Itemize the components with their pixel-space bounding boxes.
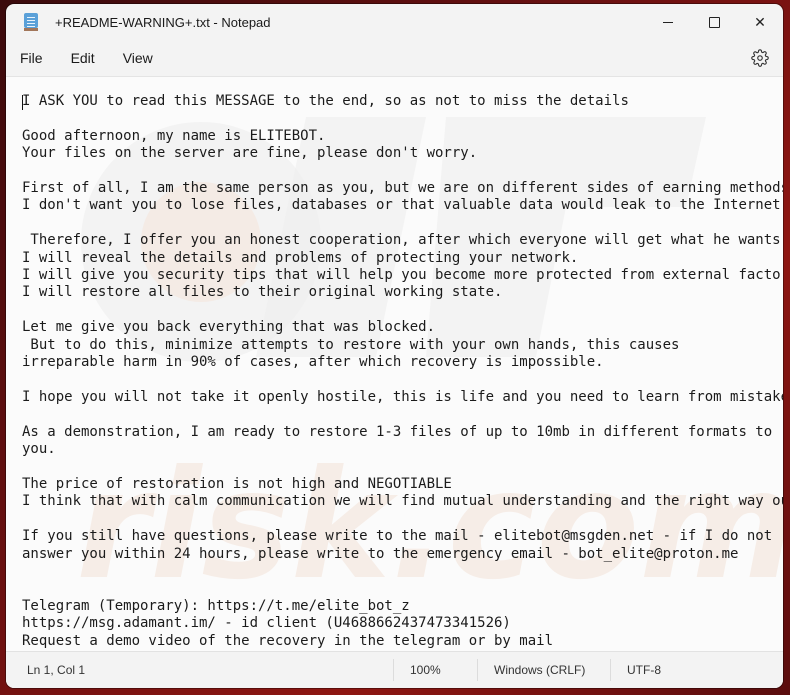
text-line: answer you within 24 hours, please write… [22,545,739,562]
close-button[interactable]: ✕ [737,4,783,40]
menu-view[interactable]: View [109,44,167,72]
text-line: Therefore, I offer you an honest coopera… [22,232,783,249]
text-line: I ASK YOU to read this MESSAGE to the en… [22,93,629,109]
text-line: I will restore all files to their origin… [22,284,503,301]
maximize-button[interactable] [691,4,737,40]
text-line: I don't want you to lose files, database… [22,197,783,214]
text-line: Telegram (Temporary): https://t.me/elite… [22,597,410,614]
close-icon: ✕ [754,13,766,30]
window-controls: ✕ [645,4,783,40]
maximize-icon [708,16,720,28]
status-bar: Ln 1, Col 1 100% Windows (CRLF) UTF-8 [6,651,783,688]
menu-edit[interactable]: Edit [57,44,109,72]
notepad-icon [24,13,38,31]
notepad-window: +README-WARNING+.txt - Notepad ✕ File Ed… [6,4,783,688]
gear-icon [751,49,769,67]
text-line: The price of restoration is not high and… [22,475,452,492]
text-line: Let me give you back everything that was… [22,319,436,336]
text-line: First of all, I am the same person as yo… [22,180,783,197]
settings-button[interactable] [751,49,769,67]
text-line: I will reveal the details and problems o… [22,249,579,266]
text-line: irreparable harm in 90% of cases, after … [22,354,604,371]
minimize-icon [663,21,673,23]
cursor-position: Ln 1, Col 1 [27,663,86,677]
text-line: If you still have questions, please writ… [22,528,773,545]
minimize-button[interactable] [645,4,691,40]
menu-file[interactable]: File [6,44,57,72]
text-line: Your files on the server are fine, pleas… [22,145,478,162]
text-line: https://msg.adamant.im/ - id client (U46… [22,615,511,632]
line-ending[interactable]: Windows (CRLF) [478,652,610,688]
menu-bar: File Edit View [6,40,783,77]
zoom-level[interactable]: 100% [394,652,477,688]
text-line: I think that with calm communication we … [22,493,783,510]
text-line: But to do this, minimize attempts to res… [22,336,680,353]
encoding[interactable]: UTF-8 [611,652,661,688]
text-line: I hope you will not take it openly hosti… [22,388,783,405]
text-line: you. [22,441,56,458]
text-line: As a demonstration, I am ready to restor… [22,423,773,440]
text-editor[interactable]: risk.com I ASK YOU to read this MESSAGE … [6,77,783,651]
title-bar[interactable]: +README-WARNING+.txt - Notepad ✕ [6,4,783,40]
text-line: Good afternoon, my name is ELITEBOT. [22,127,326,144]
text-line: Request a demo video of the recovery in … [22,632,554,649]
document-text[interactable]: I ASK YOU to read this MESSAGE to the en… [6,77,783,650]
window-title: +README-WARNING+.txt - Notepad [55,14,271,30]
text-line: I will give you security tips that will … [22,267,783,284]
